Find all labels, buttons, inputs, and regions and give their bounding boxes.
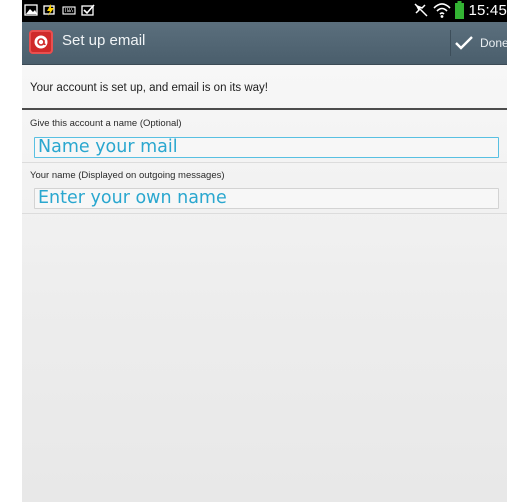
status-left-icons <box>24 4 95 16</box>
email-app-icon[interactable] <box>29 30 53 54</box>
your-name-label: Your name (Displayed on outgoing message… <box>30 170 225 181</box>
status-bar: 15:45 <box>22 0 507 22</box>
page-title: Set up email <box>62 32 146 49</box>
status-time: 15:45 <box>468 1 507 19</box>
checkmark-icon <box>455 36 473 50</box>
section-divider <box>22 108 507 110</box>
wifi-icon <box>433 3 452 18</box>
battery-icon <box>455 1 465 19</box>
field-divider <box>22 213 507 214</box>
gallery-icon <box>24 4 38 16</box>
device-screen: 15:45 Set up email Done Your account is … <box>22 0 507 502</box>
account-name-input[interactable] <box>34 137 499 158</box>
your-name-input[interactable] <box>34 188 499 209</box>
done-button[interactable]: Done <box>454 22 507 64</box>
done-button-label: Done <box>480 36 507 50</box>
status-right-icons: 15:45 <box>413 1 507 19</box>
mute-icon <box>414 3 428 17</box>
setup-success-message: Your account is set up, and email is on … <box>30 82 269 94</box>
at-sign-icon <box>34 35 48 49</box>
account-name-label: Give this account a name (Optional) <box>30 118 182 129</box>
action-divider <box>450 30 451 56</box>
usb-charging-icon <box>43 4 55 16</box>
field-divider <box>22 162 507 163</box>
action-bar: Set up email Done <box>22 22 507 65</box>
task-check-icon <box>81 4 95 16</box>
keyboard-icon <box>62 6 76 15</box>
